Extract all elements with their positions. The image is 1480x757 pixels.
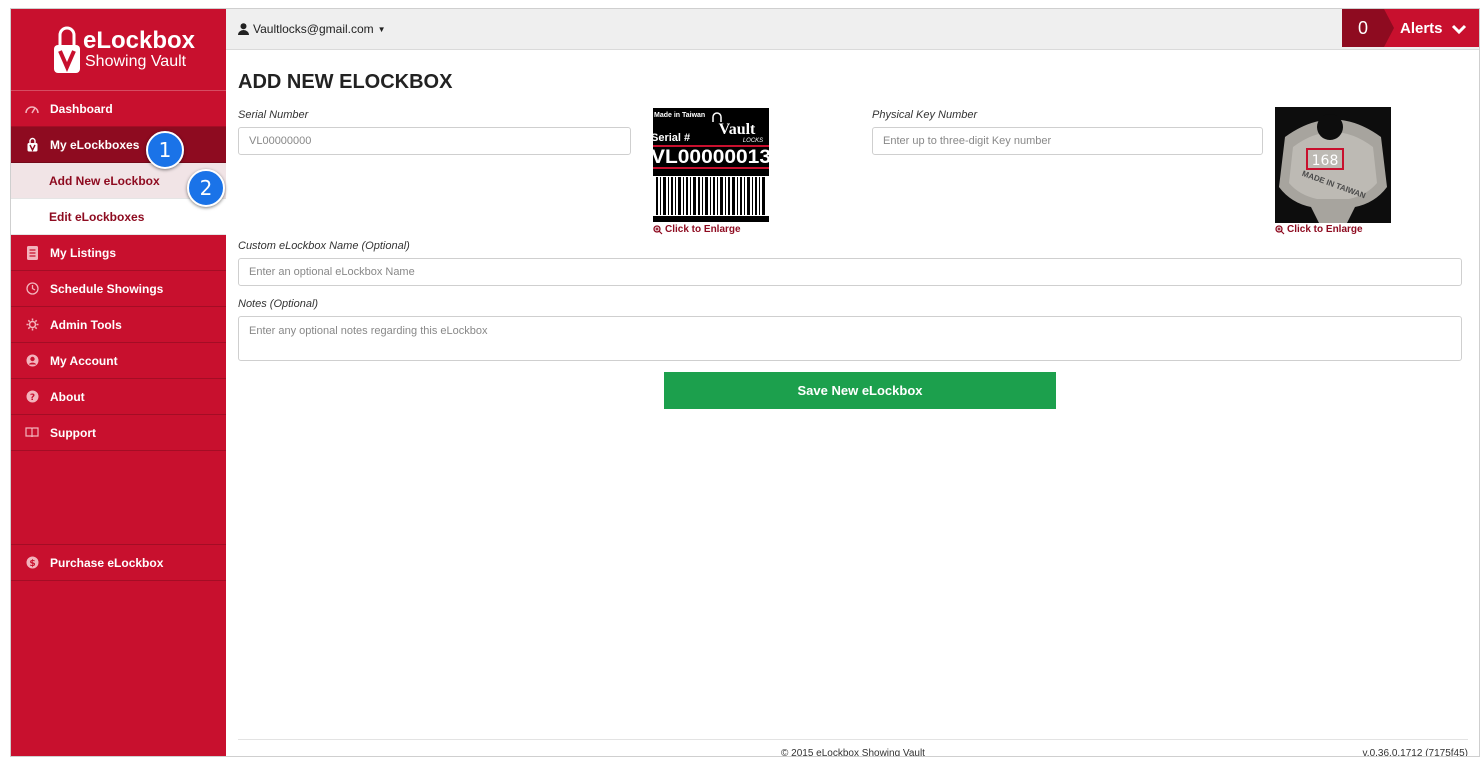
- callout-badge-2: 2: [187, 169, 225, 207]
- gear-icon: [25, 318, 39, 332]
- sidebar-item-label: Dashboard: [50, 101, 113, 116]
- sidebar-item-label: Admin Tools: [50, 317, 122, 332]
- brand-name: eLockbox: [83, 27, 196, 54]
- callout-badge-1: 1: [146, 131, 184, 169]
- serial-sticker-graphic: Made in Taiwan Vault LOCKS Serial # VL00…: [653, 108, 769, 222]
- enlarge-serial-link[interactable]: Click to Enlarge: [653, 224, 741, 235]
- sidebar-subitem-label: Edit eLockboxes: [49, 209, 145, 224]
- copyright-text: © 2015 eLockbox Showing Vault: [781, 748, 925, 757]
- key-photo-graphic: 168 MADE IN TAIWAN: [1275, 107, 1391, 223]
- top-bar: Vaultlocks@gmail.com ▼ 0 Alerts: [226, 9, 1479, 50]
- svg-text:$: $: [29, 559, 35, 569]
- serial-sticker-image[interactable]: Made in Taiwan Vault LOCKS Serial # VL00…: [653, 108, 769, 222]
- user-icon: [25, 354, 39, 368]
- sidebar-item-label: My eLockboxes: [50, 137, 140, 152]
- alerts-label-wrap: Alerts: [1400, 20, 1467, 37]
- main-content: ADD NEW ELOCKBOX Serial Number VL0000000…: [238, 50, 1468, 757]
- sidebar-item-label: Schedule Showings: [50, 281, 164, 296]
- enlarge-label: Click to Enlarge: [665, 224, 741, 235]
- key-number-label: Physical Key Number: [872, 109, 978, 121]
- user-icon: [238, 23, 249, 35]
- key-number-stamp: 168: [1312, 153, 1339, 169]
- dashboard-icon: [25, 102, 39, 116]
- serial-number-input[interactable]: VL00000000: [238, 127, 631, 155]
- question-icon: ?: [25, 390, 39, 404]
- sidebar-spacer: [11, 451, 226, 545]
- serial-number-label: Serial Number: [238, 109, 309, 121]
- chevron-down-icon: [1451, 24, 1466, 34]
- sidebar-item-label: Support: [50, 425, 96, 440]
- listings-icon: [25, 245, 39, 260]
- sidebar-item-label: About: [50, 389, 85, 404]
- alerts-button[interactable]: 0 Alerts: [1342, 9, 1479, 47]
- sidebar-item-my-elockboxes[interactable]: My eLockboxes: [11, 127, 226, 163]
- sidebar-subitem-label: Add New eLockbox: [49, 173, 160, 188]
- alerts-label: Alerts: [1400, 20, 1443, 37]
- app-window: eLockbox Showing Vault Dashboard My eLoc…: [10, 8, 1480, 757]
- padlock-logo-icon: [54, 26, 80, 73]
- sidebar-item-label: Purchase eLockbox: [50, 555, 164, 570]
- sidebar-item-label: My Account: [50, 353, 118, 368]
- sticker-made-in: Made in Taiwan: [654, 112, 705, 119]
- brand-tagline: Showing Vault: [85, 53, 187, 70]
- save-new-elockbox-button[interactable]: Save New eLockbox: [664, 372, 1056, 409]
- sidebar-item-admin-tools[interactable]: Admin Tools: [11, 307, 226, 343]
- dollar-icon: $: [25, 556, 39, 570]
- enlarge-key-link[interactable]: Click to Enlarge: [1275, 224, 1363, 235]
- sidebar-item-about[interactable]: ? About: [11, 379, 226, 415]
- key-number-input[interactable]: Enter up to three-digit Key number: [872, 127, 1263, 155]
- user-menu[interactable]: Vaultlocks@gmail.com ▼: [238, 22, 386, 36]
- sidebar-item-my-account[interactable]: My Account: [11, 343, 226, 379]
- notes-label: Notes (Optional): [238, 298, 319, 310]
- sidebar-subitem-edit-elockboxes[interactable]: Edit eLockboxes: [11, 199, 226, 235]
- caret-down-icon: ▼: [377, 24, 386, 34]
- enlarge-label: Click to Enlarge: [1287, 224, 1363, 235]
- sidebar-item-label: My Listings: [50, 245, 117, 260]
- page-title: ADD NEW ELOCKBOX: [238, 71, 453, 93]
- sticker-serial-prefix: Serial #: [653, 132, 690, 144]
- sidebar-item-dashboard[interactable]: Dashboard: [11, 91, 226, 127]
- footer: © 2015 eLockbox Showing Vault v.0.36.0.1…: [238, 739, 1468, 757]
- physical-key-image[interactable]: 168 MADE IN TAIWAN: [1275, 107, 1391, 223]
- sidebar: eLockbox Showing Vault Dashboard My eLoc…: [11, 9, 226, 756]
- user-email: Vaultlocks@gmail.com: [253, 22, 374, 36]
- custom-name-label: Custom eLockbox Name (Optional): [238, 240, 410, 252]
- sidebar-item-support[interactable]: Support: [11, 415, 226, 451]
- svg-text:?: ?: [29, 393, 34, 403]
- sticker-brand-sub: LOCKS: [743, 138, 763, 144]
- notes-textarea[interactable]: Enter any optional notes regarding this …: [238, 316, 1462, 361]
- sticker-brand-word: Vault: [719, 121, 756, 138]
- book-icon: [25, 426, 39, 440]
- brand-logo[interactable]: eLockbox Showing Vault: [11, 9, 226, 91]
- zoom-in-icon: [653, 224, 663, 234]
- sidebar-item-schedule-showings[interactable]: Schedule Showings: [11, 271, 226, 307]
- zoom-in-icon: [1275, 224, 1285, 234]
- lock-icon: [25, 137, 39, 152]
- alerts-count-arrow: [1384, 9, 1394, 47]
- sidebar-item-my-listings[interactable]: My Listings: [11, 235, 226, 271]
- custom-name-input[interactable]: Enter an optional eLockbox Name: [238, 258, 1462, 286]
- alerts-count: 0: [1342, 9, 1384, 47]
- clock-icon: [25, 282, 39, 296]
- sticker-serial-code: VL00000013: [653, 147, 769, 168]
- sidebar-item-purchase-elockbox[interactable]: $ Purchase eLockbox: [11, 545, 226, 581]
- version-text: v.0.36.0.1712 (7175f45): [1362, 748, 1468, 757]
